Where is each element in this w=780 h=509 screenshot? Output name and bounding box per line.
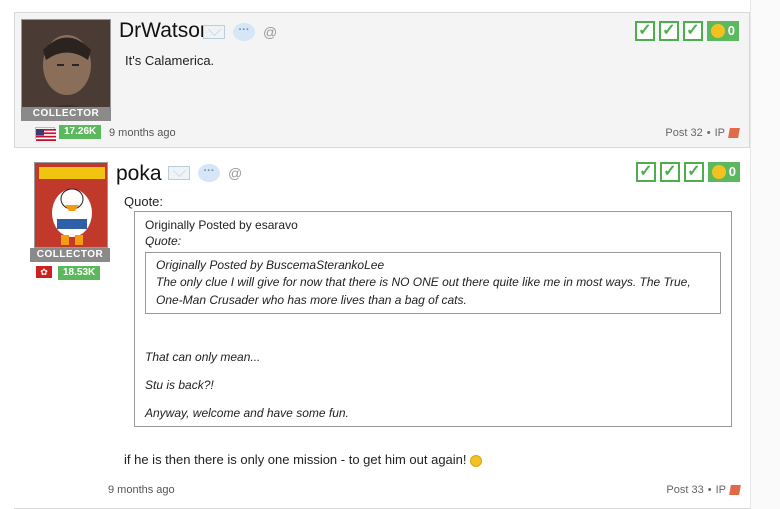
- reply-message: if he is then there is only one mission …: [124, 452, 467, 467]
- report-flag-icon[interactable]: [729, 485, 741, 495]
- post-number: Post 33 • IP: [666, 484, 741, 496]
- cool-reaction-button[interactable]: 0: [707, 162, 740, 182]
- hong-kong-flag-icon: ✿: [36, 266, 52, 278]
- reaction-bar: ✓ ✓ ✓ 0: [635, 162, 740, 182]
- checkmark-icon[interactable]: ✓: [659, 162, 680, 182]
- post-33: COLLECTOR ✿ 18.53K poka ··· @ ✓ ✓ ✓ 0 Qu…: [14, 152, 750, 509]
- nested-quote-block: Originally Posted by BuscemaSterankoLee …: [145, 252, 721, 315]
- post-32: COLLECTOR 17.26K DrWatson ··· @ ✓ ✓ ✓ 0 …: [14, 12, 750, 148]
- post-date: 9 months ago: [109, 127, 176, 139]
- reaction-count: 0: [728, 164, 736, 179]
- chat-icon[interactable]: ···: [233, 23, 255, 41]
- quote-line: Anyway, welcome and have some fun.: [145, 406, 349, 421]
- post-number-label[interactable]: Post 33: [666, 484, 703, 496]
- nested-quote-byline: Originally Posted by BuscemaSterankoLee: [156, 258, 385, 272]
- checkmark-icon[interactable]: ✓: [634, 21, 655, 41]
- mention-icon[interactable]: @: [228, 165, 242, 181]
- checkmark-icon[interactable]: ✓: [658, 21, 679, 41]
- quote-block: Originally Posted by esaravo Quote: Orig…: [134, 211, 732, 428]
- post-number-label[interactable]: Post 32: [665, 127, 702, 139]
- avatar[interactable]: [21, 19, 111, 119]
- quote-line: Stu is back?!: [145, 378, 214, 393]
- username[interactable]: DrWatson: [119, 19, 212, 43]
- quote-byline: Originally Posted by esaravo: [145, 218, 298, 232]
- score-badge: 17.26K: [59, 125, 102, 139]
- report-flag-icon[interactable]: [728, 128, 740, 138]
- avatar[interactable]: [34, 162, 108, 248]
- post-body: Quote: Originally Posted by esaravo Quot…: [124, 194, 734, 428]
- cool-reaction-button[interactable]: 0: [706, 21, 739, 41]
- reaction-bar: ✓ ✓ ✓ 0: [634, 21, 739, 41]
- post-body: It's Calamerica.: [125, 53, 215, 68]
- us-flag-icon: [35, 127, 56, 141]
- mail-icon[interactable]: [168, 166, 190, 180]
- rank-badge: COLLECTOR: [21, 107, 111, 121]
- reply-text: if he is then there is only one mission …: [124, 452, 483, 467]
- nested-quote-label: Quote:: [145, 234, 182, 248]
- user-actions: ··· @: [203, 23, 277, 41]
- reaction-count: 0: [727, 23, 735, 38]
- post-number: Post 32 • IP: [665, 127, 740, 139]
- ip-label: IP: [715, 484, 726, 496]
- sunglasses-smiley-icon: [710, 24, 725, 38]
- mention-icon[interactable]: @: [263, 24, 277, 40]
- username[interactable]: poka: [116, 162, 162, 186]
- rank-badge: COLLECTOR: [30, 248, 110, 262]
- nested-quote-text: The only clue I will give for now that t…: [156, 275, 691, 307]
- quote-line: That can only mean...: [145, 350, 261, 365]
- smiley-icon: [470, 454, 483, 467]
- user-actions: ··· @: [168, 164, 242, 182]
- scrollbar[interactable]: [750, 0, 780, 509]
- checkmark-icon[interactable]: ✓: [635, 162, 656, 182]
- checkmark-icon[interactable]: ✓: [682, 21, 703, 41]
- chat-icon[interactable]: ···: [198, 164, 220, 182]
- ip-label: IP: [714, 127, 725, 139]
- page: COLLECTOR 17.26K DrWatson ··· @ ✓ ✓ ✓ 0 …: [0, 0, 780, 509]
- post-date: 9 months ago: [108, 484, 175, 496]
- sunglasses-smiley-icon: [711, 165, 726, 179]
- quote-label: Quote:: [124, 194, 164, 209]
- checkmark-icon[interactable]: ✓: [683, 162, 704, 182]
- mail-icon[interactable]: [203, 25, 225, 39]
- score-badge: 18.53K: [58, 266, 101, 280]
